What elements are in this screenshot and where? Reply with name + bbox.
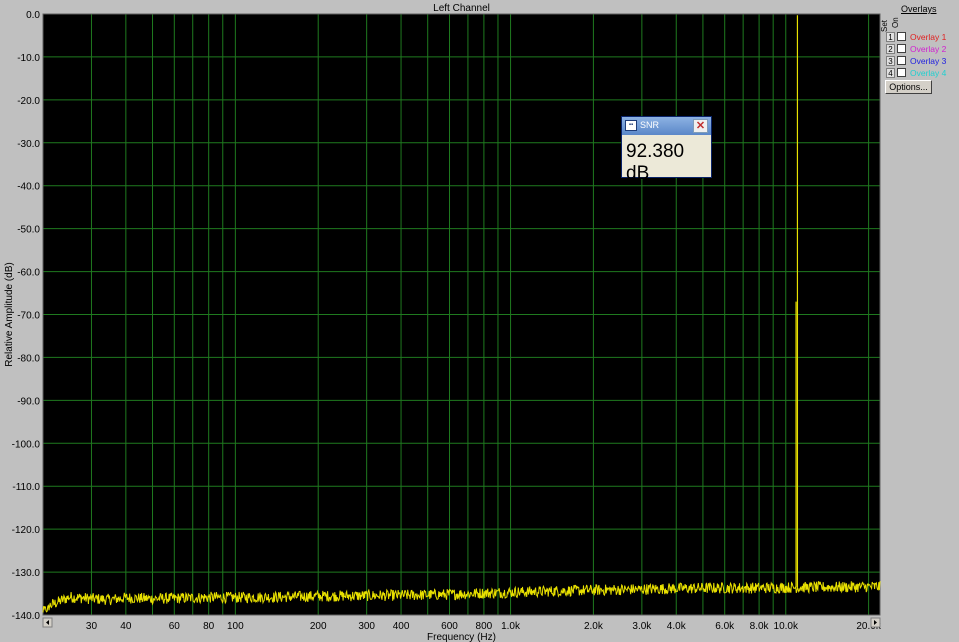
x-tick-label: 80 <box>203 621 215 632</box>
x-axis-label: Frequency (Hz) <box>427 632 496 642</box>
x-tick-label: 400 <box>393 621 410 632</box>
y-tick-label: -20.0 <box>17 96 40 107</box>
overlay-on-checkbox-1[interactable] <box>897 32 906 41</box>
overlay-set-button-4[interactable]: 4 <box>886 67 895 78</box>
x-tick-label: 100 <box>227 621 244 632</box>
on-column-label: On <box>891 17 900 28</box>
y-tick-label: -40.0 <box>17 182 40 193</box>
overlay-on-checkbox-2[interactable] <box>897 44 906 53</box>
overlays-title[interactable]: Overlays <box>901 4 937 14</box>
overlay-label-2: Overlay 2 <box>910 43 947 54</box>
x-tick-label: 10.0k <box>774 621 799 632</box>
x-tick-label: 8.0k <box>750 621 770 632</box>
options-button[interactable]: Options... <box>885 80 932 94</box>
y-tick-label: -90.0 <box>17 396 40 407</box>
y-tick-label: -130.0 <box>12 568 41 579</box>
y-tick-label: -120.0 <box>12 525 41 536</box>
y-tick-label: -30.0 <box>17 139 40 150</box>
y-tick-label: -80.0 <box>17 353 40 364</box>
x-tick-label: 40 <box>120 621 132 632</box>
spectrum-chart: Left Channel 0.0 -10.0 -20.0 -30.0 -40.0 -50.0… <box>4 3 882 642</box>
overlay-set-button-2[interactable]: 2 <box>886 43 895 54</box>
y-tick-label: -100.0 <box>12 439 41 450</box>
overlay-label-1: Overlay 1 <box>910 31 947 42</box>
y-tick-label: 0.0 <box>26 10 40 21</box>
x-tick-label: 3.0k <box>632 621 652 632</box>
x-tick-label: 6.0k <box>715 621 735 632</box>
x-tick-label: 600 <box>441 621 458 632</box>
overlay-row-2: 2 Overlay 2 <box>886 43 946 54</box>
overlay-on-checkbox-4[interactable] <box>897 68 906 77</box>
y-axis-label: Relative Amplitude (dB) <box>4 262 15 367</box>
y-tick-label: -60.0 <box>17 268 40 279</box>
chart-title: Left Channel <box>433 3 490 14</box>
close-icon[interactable]: ✕ <box>693 119 708 133</box>
y-tick-label: -110.0 <box>12 482 40 493</box>
y-tick-label: -70.0 <box>17 311 40 322</box>
x-tick-label: 2.0k <box>584 621 604 632</box>
x-tick-label: 200 <box>310 621 327 632</box>
overlay-row-4: 4 Overlay 4 <box>886 67 946 78</box>
x-tick-label: 800 <box>476 621 493 632</box>
overlay-label-3: Overlay 3 <box>910 55 947 66</box>
overlay-set-button-1[interactable]: 1 <box>886 31 895 42</box>
y-tick-label: -10.0 <box>17 53 40 64</box>
x-tick-label: 30 <box>86 621 98 632</box>
x-tick-label: 4.0k <box>667 621 687 632</box>
y-tick-label: -140.0 <box>12 611 41 622</box>
x-tick-label: 1.0k <box>501 621 521 632</box>
x-tick-label: 60 <box>169 621 181 632</box>
overlay-label-4: Overlay 4 <box>910 67 947 78</box>
overlay-row-1: 1 Overlay 1 <box>886 31 946 42</box>
overlay-set-button-3[interactable]: 3 <box>886 55 895 66</box>
snr-titlebar[interactable]: ▪▪ SNR ✕ <box>622 117 711 135</box>
x-tick-label: 300 <box>358 621 375 632</box>
app-icon: ▪▪ <box>625 120 637 131</box>
y-tick-label: -50.0 <box>17 225 40 236</box>
overlay-row-3: 3 Overlay 3 <box>886 55 946 66</box>
snr-value: 92.380 dB <box>626 141 685 184</box>
overlays-panel: Overlays Set On 1 Overlay 1 2 Overlay 2 … <box>880 4 957 96</box>
snr-title: SNR <box>640 120 660 130</box>
overlay-on-checkbox-3[interactable] <box>897 56 906 65</box>
snr-window[interactable]: ▪▪ SNR ✕ 92.380 dB <box>621 116 712 184</box>
